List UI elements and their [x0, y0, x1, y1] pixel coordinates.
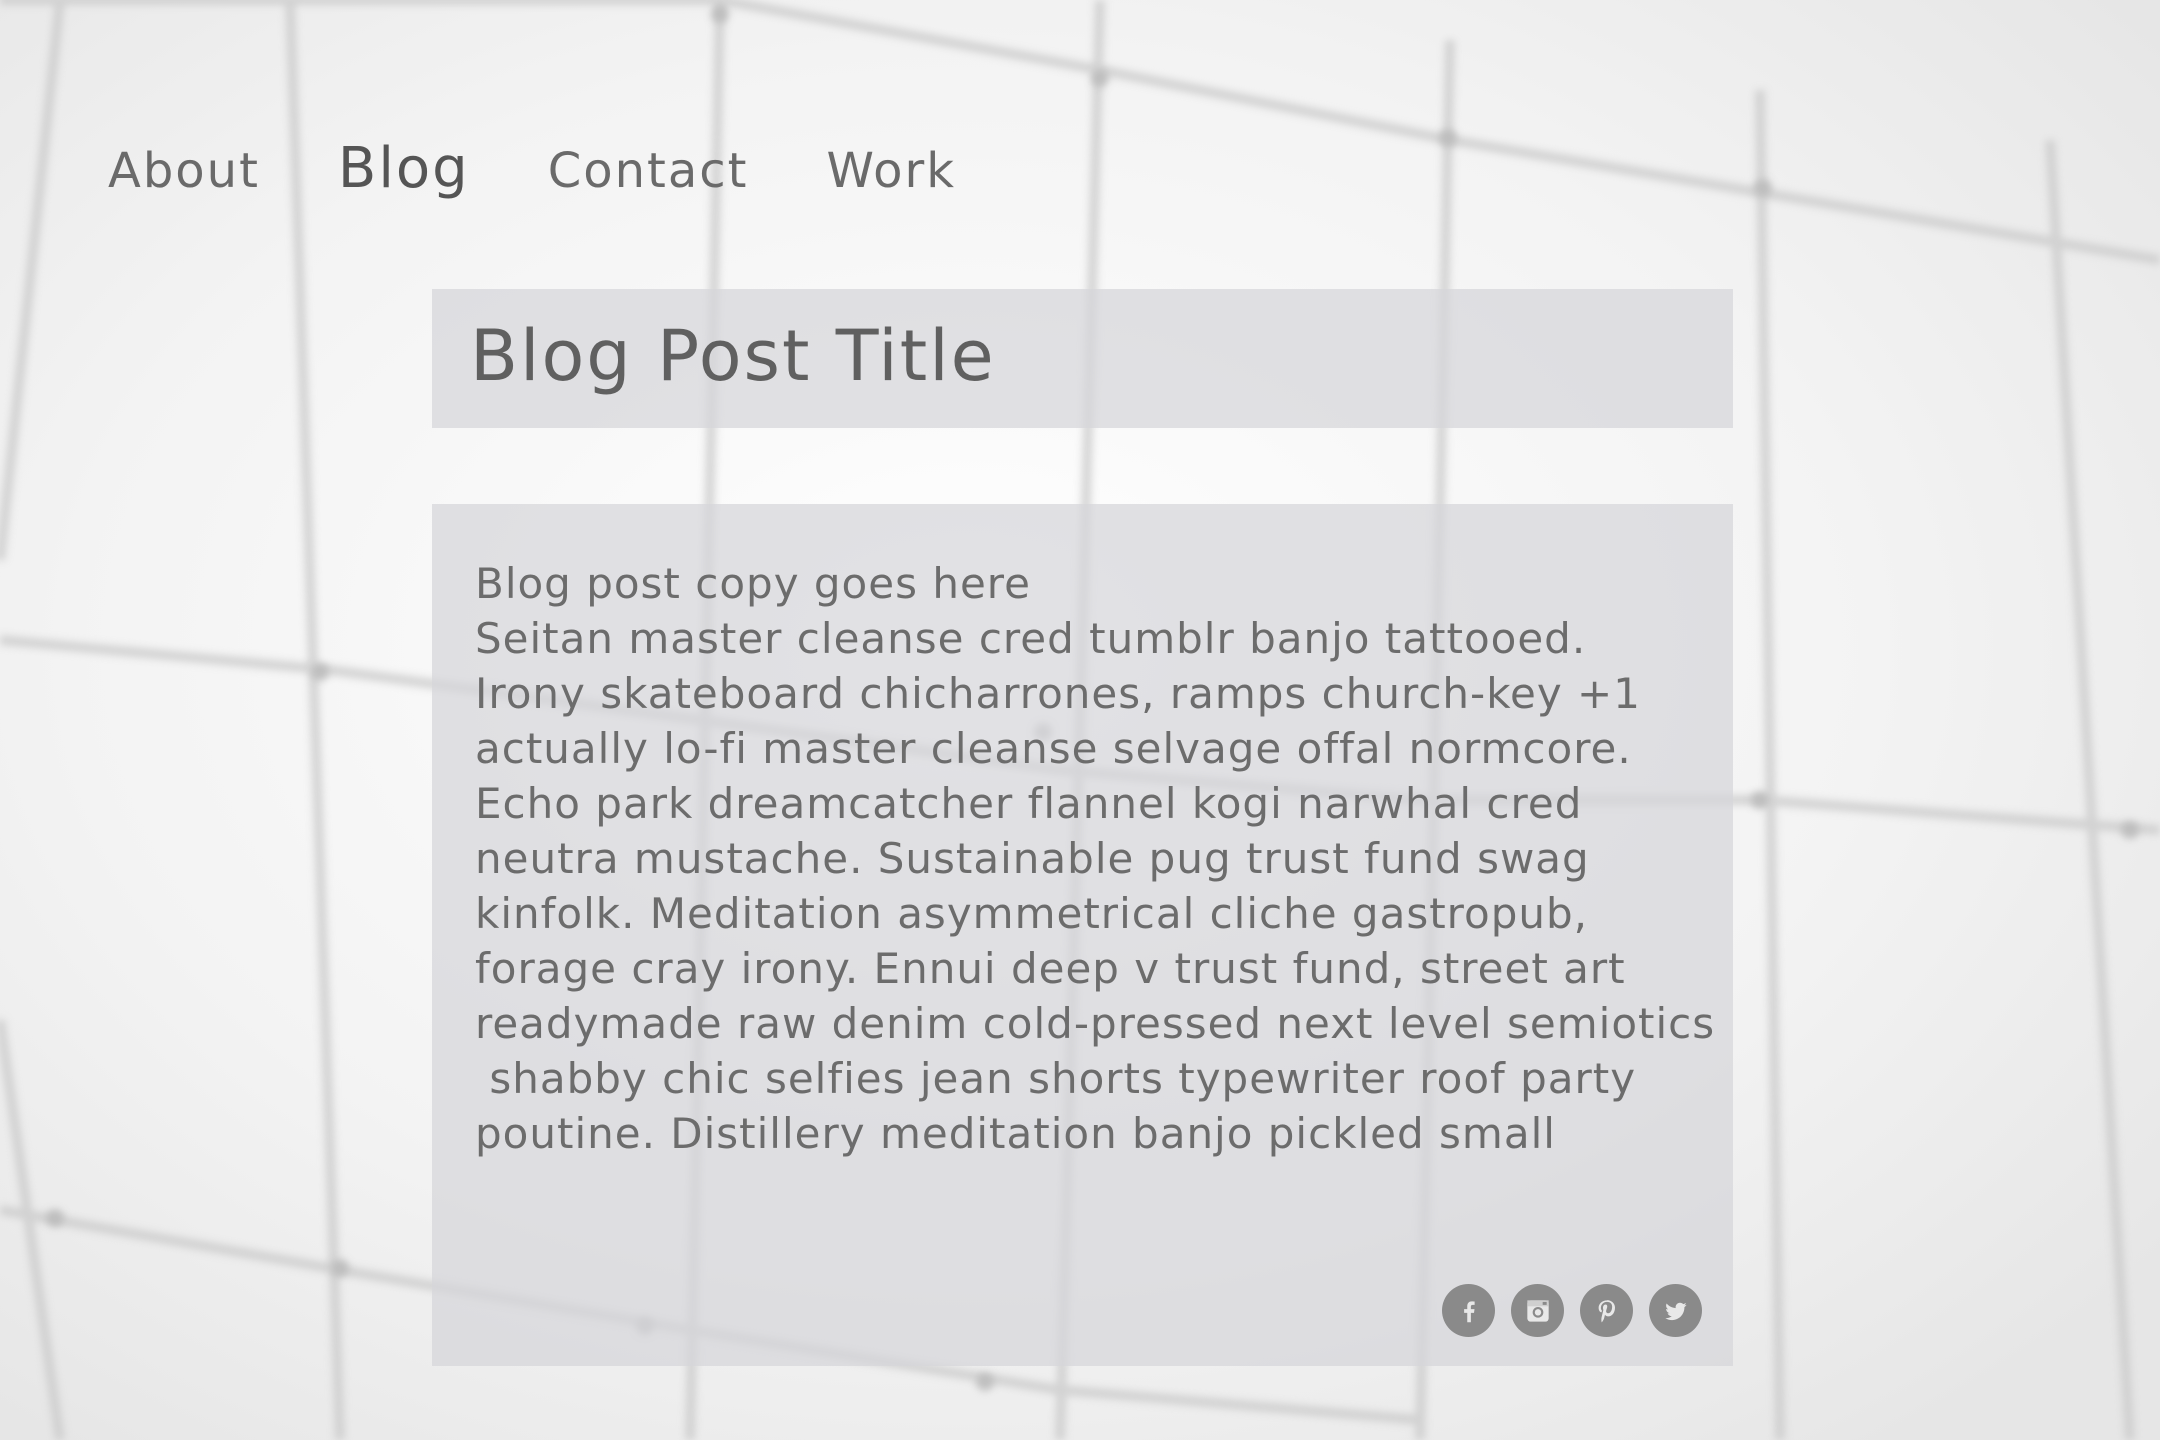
- nav-item-work[interactable]: Work: [826, 143, 956, 199]
- main-nav: About Blog Contact Work: [108, 136, 1034, 201]
- post-copy-line: actually lo-fi master cleanse selvage of…: [475, 724, 1632, 773]
- nav-item-about[interactable]: About: [108, 143, 260, 199]
- post-copy-line: Irony skateboard chicharrones, ramps chu…: [475, 669, 1641, 718]
- instagram-icon[interactable]: [1511, 1284, 1564, 1337]
- post-copy: Blog post copy goes here Seitan master c…: [475, 556, 1716, 1161]
- post-copy-line: poutine. Distillery meditation banjo pic…: [475, 1109, 1556, 1158]
- post-copy-line: shabby chic selfies jean shorts typewrit…: [475, 1054, 1637, 1103]
- post-copy-line: Seitan master cleanse cred tumblr banjo …: [475, 614, 1587, 663]
- facebook-icon[interactable]: [1442, 1284, 1495, 1337]
- post-copy-line: Echo park dreamcatcher flannel kogi narw…: [475, 779, 1583, 828]
- post-copy-line: kinfolk. Meditation asymmetrical cliche …: [475, 889, 1589, 938]
- post-copy-line: neutra mustache. Sustainable pug trust f…: [475, 834, 1590, 883]
- pinterest-icon[interactable]: [1580, 1284, 1633, 1337]
- post-copy-line: Blog post copy goes here: [475, 559, 1031, 608]
- twitter-icon[interactable]: [1649, 1284, 1702, 1337]
- social-links: [1442, 1284, 1702, 1337]
- post-copy-line: forage cray irony. Ennui deep v trust fu…: [475, 944, 1626, 993]
- post-copy-line: readymade raw denim cold-pressed next le…: [475, 999, 1716, 1048]
- nav-item-contact[interactable]: Contact: [548, 143, 749, 199]
- post-title: Blog Post Title: [470, 315, 996, 397]
- post-title-panel: Blog Post Title: [432, 289, 1733, 428]
- post-body-panel: Blog post copy goes here Seitan master c…: [432, 504, 1733, 1366]
- nav-item-blog[interactable]: Blog: [338, 136, 470, 201]
